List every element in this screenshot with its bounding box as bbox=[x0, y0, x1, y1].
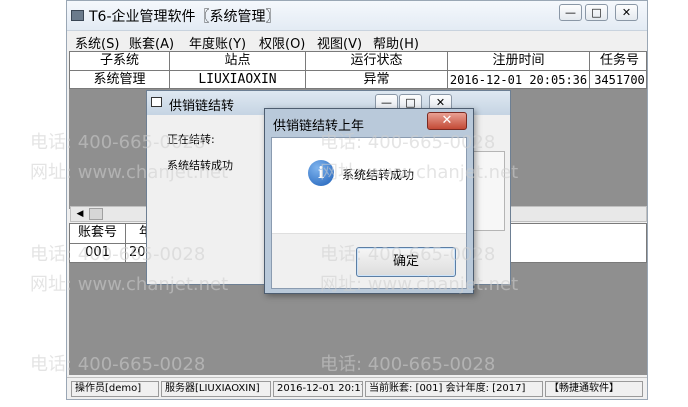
scroll-thumb[interactable] bbox=[89, 208, 103, 220]
table-cell[interactable]: 2016-12-01 20:05:36 bbox=[448, 71, 590, 88]
menu-bar: 系统(S) 账套(A) 年度账(Y) 权限(O) 视图(V) 帮助(H) bbox=[67, 31, 647, 52]
column-header[interactable]: 账套号 bbox=[70, 224, 126, 244]
column-header[interactable]: 注册时间 bbox=[448, 52, 590, 71]
window-title: T6-企业管理软件〖系统管理〗 bbox=[89, 9, 280, 25]
menu-view[interactable]: 视图(V) bbox=[317, 33, 362, 52]
status-server: 服务器[LIUXIAOXIN] bbox=[161, 381, 271, 397]
info-icon: i bbox=[308, 160, 334, 186]
message-text: 系统结转成功 bbox=[342, 168, 415, 182]
transfer-dialog-title: 供销链结转 bbox=[169, 99, 235, 114]
table-cell[interactable]: 001 bbox=[70, 244, 126, 262]
menu-yearbook[interactable]: 年度账(Y) bbox=[189, 33, 246, 52]
close-button[interactable]: ✕ bbox=[427, 112, 467, 130]
table-cell[interactable]: LIUXIAOXIN bbox=[170, 71, 306, 88]
message-box: 供销链结转上年 ✕ i 系统结转成功 确定 bbox=[264, 108, 474, 294]
app-icon bbox=[71, 10, 84, 21]
message-box-body: i 系统结转成功 确定 bbox=[271, 137, 467, 289]
status-operator: 操作员[demo] bbox=[71, 381, 159, 397]
menu-permission[interactable]: 权限(O) bbox=[259, 33, 305, 52]
close-button[interactable]: ✕ bbox=[615, 4, 638, 21]
window-icon bbox=[151, 97, 162, 107]
status-bar: 操作员[demo] 服务器[LIUXIAOXIN] 2016-12-01 20:… bbox=[67, 377, 647, 399]
table-cell[interactable]: 3451700 bbox=[590, 71, 646, 88]
menu-account[interactable]: 账套(A) bbox=[129, 33, 174, 52]
main-titlebar[interactable]: T6-企业管理软件〖系统管理〗 — □ ✕ bbox=[67, 1, 647, 31]
menu-system[interactable]: 系统(S) bbox=[75, 33, 119, 52]
table-cell[interactable]: 系统管理 bbox=[70, 71, 170, 88]
scroll-left-icon[interactable]: ◀ bbox=[73, 208, 87, 220]
column-header[interactable]: 子系统 bbox=[70, 52, 170, 71]
status-brand: 【畅捷通软件】 bbox=[545, 381, 643, 397]
message-box-title: 供销链结转上年 bbox=[273, 119, 365, 134]
button-area: 确定 bbox=[272, 233, 466, 288]
status-datetime: 2016-12-01 20:17 bbox=[273, 381, 363, 397]
menu-help[interactable]: 帮助(H) bbox=[373, 33, 419, 52]
column-header[interactable]: 站点 bbox=[170, 52, 306, 71]
column-header[interactable]: 任务号 bbox=[590, 52, 646, 71]
status-account: 当前账套: [001] 会计年度: [2017] bbox=[365, 381, 543, 397]
column-header[interactable]: 运行状态 bbox=[306, 52, 448, 71]
transfer-message: 系统结转成功 bbox=[167, 159, 233, 172]
ok-button[interactable]: 确定 bbox=[356, 247, 456, 277]
maximize-button[interactable]: □ bbox=[585, 4, 608, 21]
task-grid: 子系统 站点 运行状态 注册时间 任务号 系统管理 LIUXIAOXIN 异常 … bbox=[69, 51, 647, 89]
table-cell[interactable]: 异常 bbox=[306, 71, 448, 88]
minimize-button[interactable]: — bbox=[559, 4, 582, 21]
transfer-status-label: 正在结转: bbox=[167, 133, 215, 146]
